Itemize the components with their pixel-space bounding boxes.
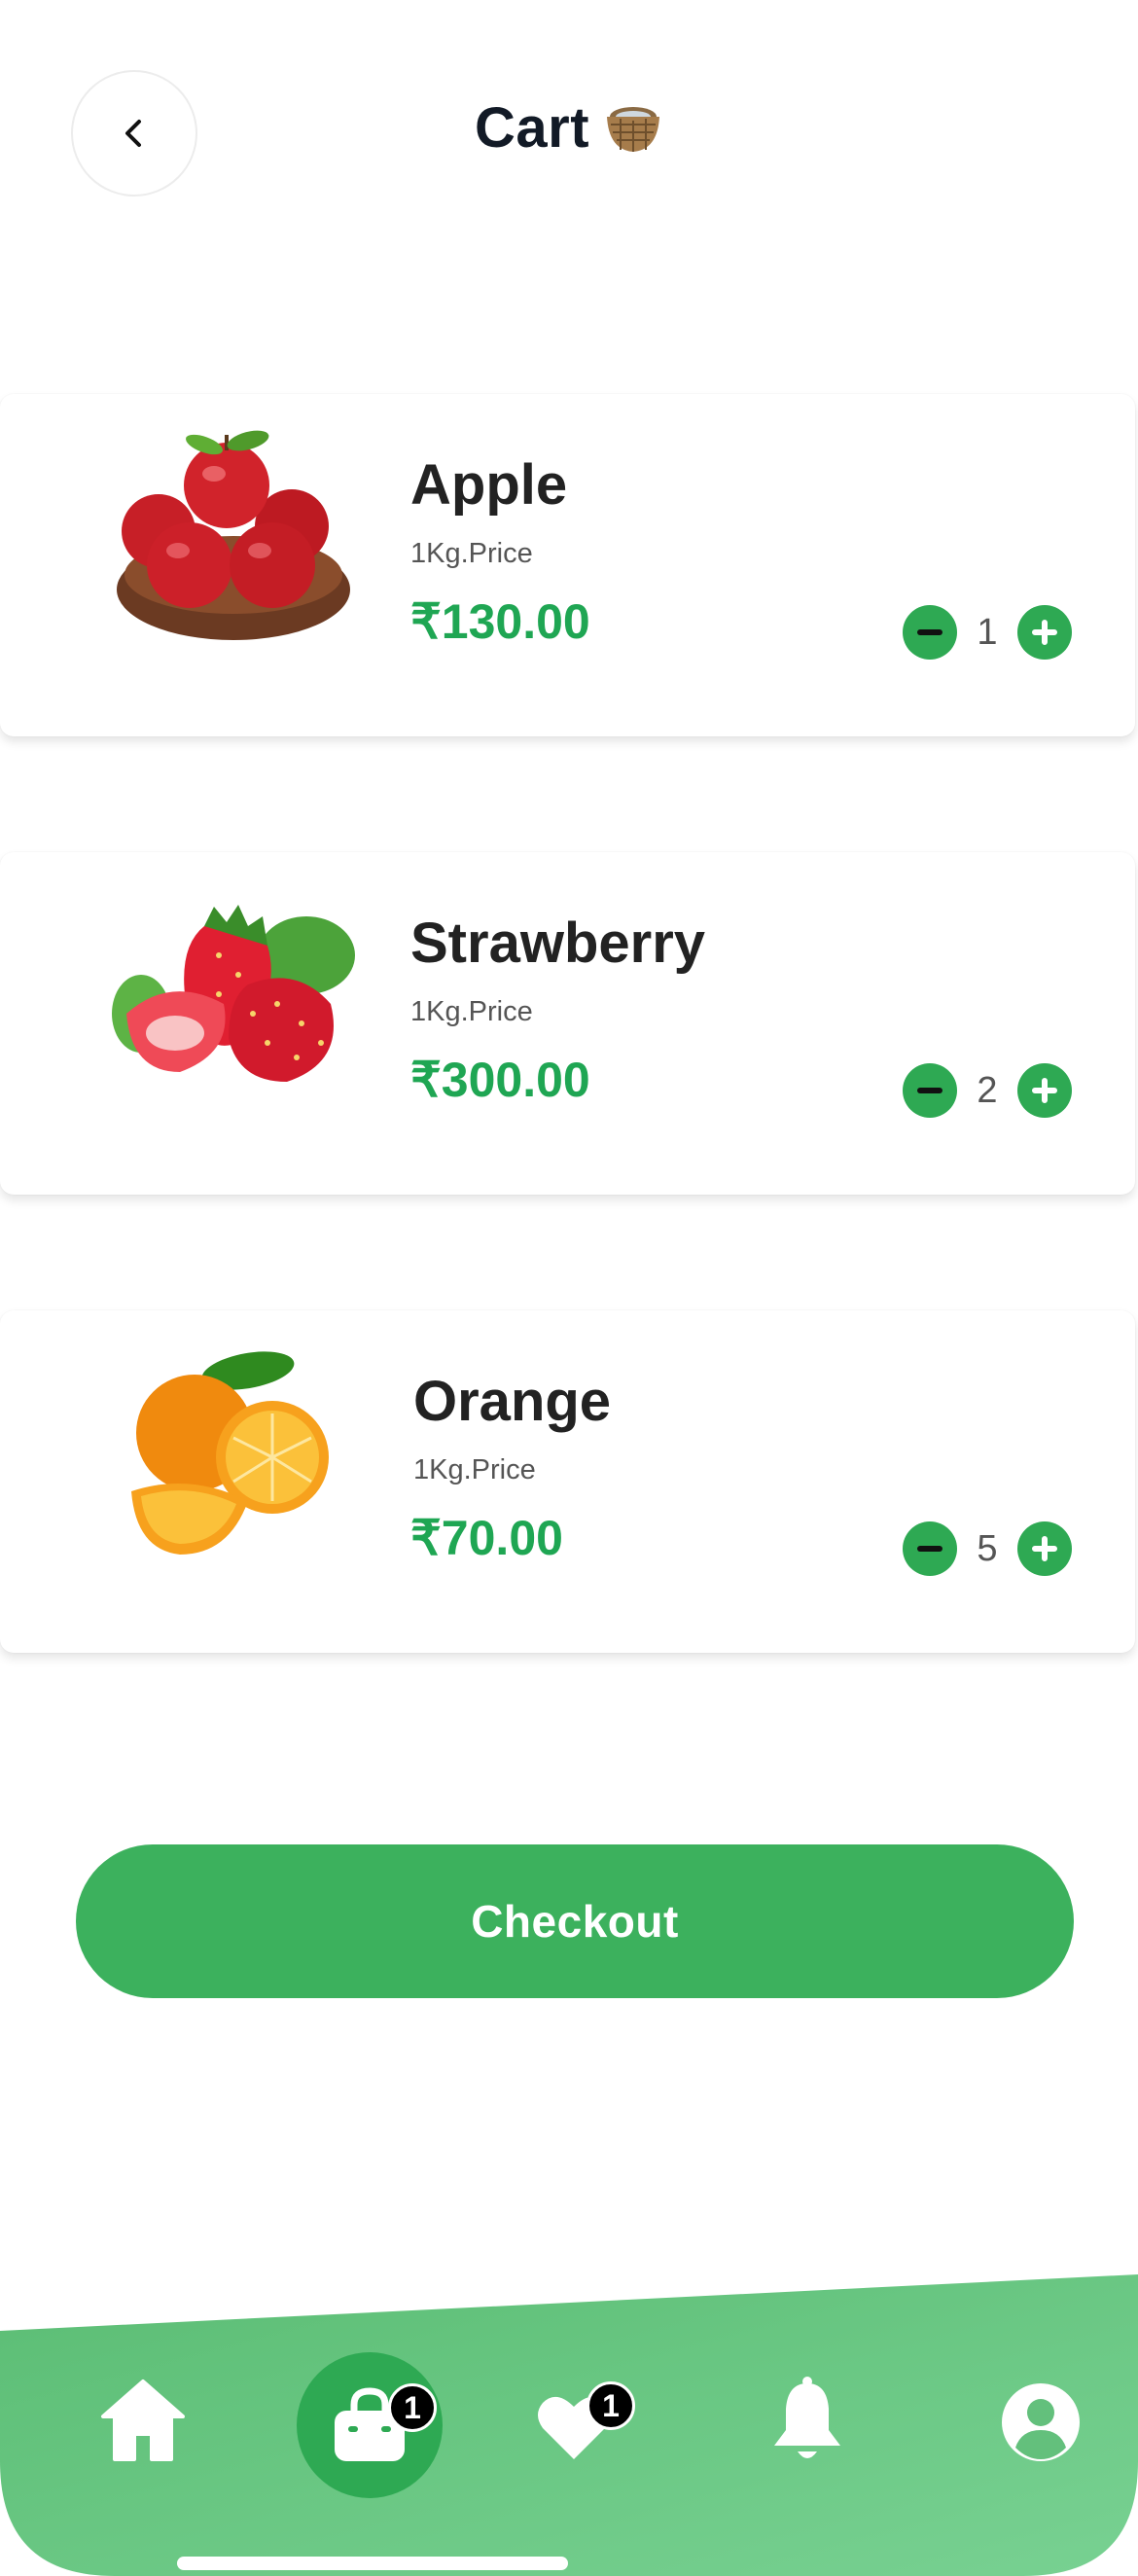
cart-badge: 1 (388, 2383, 437, 2432)
item-name: Orange (413, 1370, 612, 1433)
home-icon (101, 2379, 185, 2461)
cart-item: Orange 1Kg.Price ₹70.00 5 (0, 1310, 1135, 1653)
minus-icon (917, 1088, 942, 1093)
user-icon (1002, 2383, 1080, 2461)
item-unit: 1Kg.Price (413, 1454, 536, 1485)
plus-icon (1032, 1536, 1057, 1561)
page-header: Cart (0, 95, 1138, 161)
plus-icon (1032, 620, 1057, 645)
quantity-stepper: 5 (903, 1521, 1072, 1577)
orange-image (112, 1345, 355, 1569)
cart-item: Strawberry 1Kg.Price ₹300.00 2 (0, 852, 1135, 1195)
item-name: Apple (410, 453, 568, 517)
item-price: ₹130.00 (410, 594, 590, 649)
increase-button[interactable] (1017, 605, 1072, 660)
item-unit: 1Kg.Price (410, 996, 533, 1027)
increase-button[interactable] (1017, 1063, 1072, 1118)
decrease-button[interactable] (903, 1521, 957, 1576)
nav-home[interactable] (97, 2374, 189, 2465)
basket-icon (603, 101, 663, 156)
plus-icon (1032, 1078, 1057, 1103)
item-name: Strawberry (410, 912, 706, 975)
nav-notifications[interactable] (766, 2376, 848, 2467)
favorites-badge: 1 (587, 2381, 635, 2430)
decrease-button[interactable] (903, 605, 957, 660)
cart-item: Apple 1Kg.Price ₹130.00 1 (0, 394, 1135, 736)
apple-image (112, 429, 355, 653)
bell-icon (774, 2377, 840, 2458)
quantity-stepper: 1 (903, 604, 1072, 661)
item-price: ₹70.00 (410, 1511, 563, 1565)
home-indicator (177, 2557, 568, 2570)
quantity-value: 1 (977, 611, 998, 653)
item-price: ₹300.00 (410, 1053, 590, 1107)
checkout-button[interactable]: Checkout (76, 1844, 1074, 1998)
strawberry-image (112, 887, 355, 1111)
minus-icon (917, 1546, 942, 1552)
minus-icon (917, 629, 942, 635)
quantity-value: 2 (977, 1069, 998, 1111)
item-unit: 1Kg.Price (410, 538, 533, 569)
quantity-value: 5 (977, 1527, 998, 1569)
bottom-navigation: 1 1 (0, 2267, 1138, 2576)
nav-profile[interactable] (1000, 2381, 1082, 2463)
decrease-button[interactable] (903, 1063, 957, 1118)
quantity-stepper: 2 (903, 1062, 1072, 1119)
page-title: Cart (474, 96, 590, 160)
increase-button[interactable] (1017, 1521, 1072, 1576)
